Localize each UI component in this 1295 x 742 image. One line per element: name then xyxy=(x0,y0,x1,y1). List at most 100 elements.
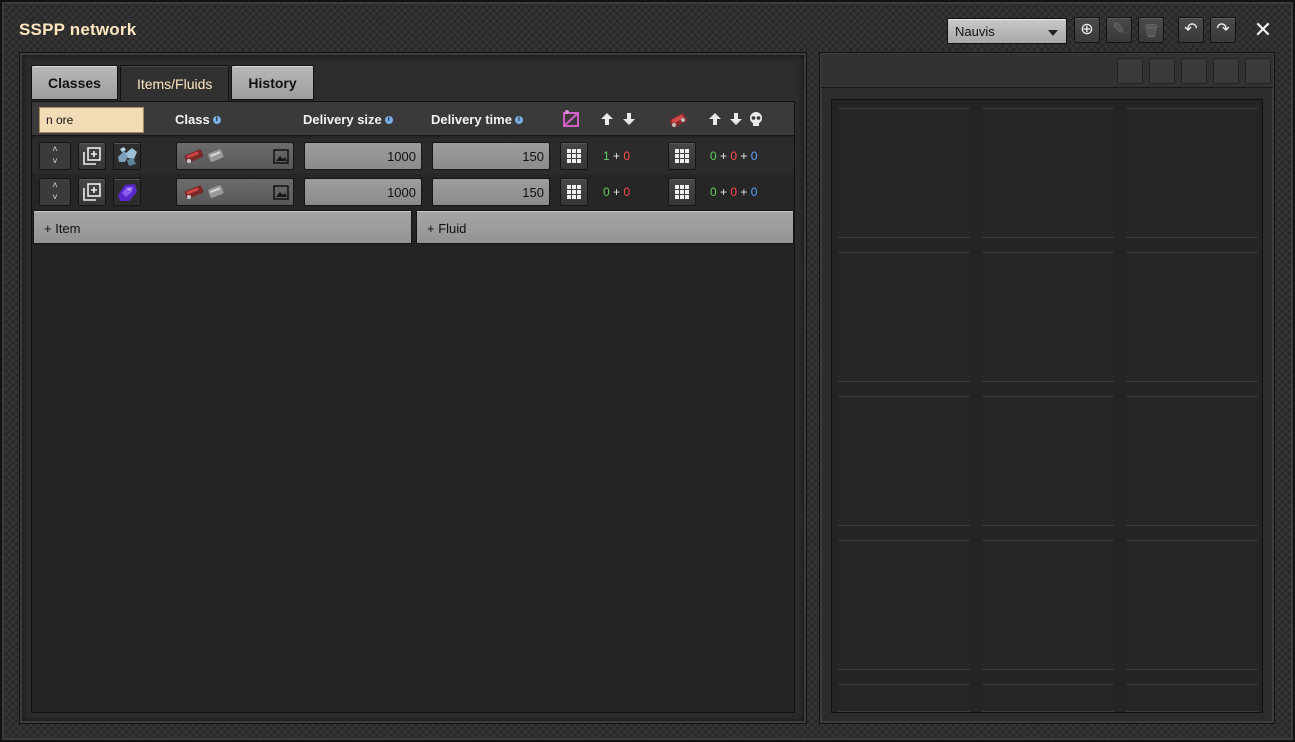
items-table: Class i Delivery size i Delivery time i xyxy=(31,101,795,713)
close-icon: ✕ xyxy=(1253,17,1273,42)
delivery-size-input[interactable]: 1000 xyxy=(304,142,422,170)
station-grid xyxy=(831,99,1263,713)
surface-dropdown[interactable]: Nauvis xyxy=(947,18,1067,44)
export-button[interactable]: ↷ xyxy=(1210,17,1236,43)
grid-cell xyxy=(1126,396,1258,526)
tab-bar: Classes Items/Fluids History xyxy=(31,65,316,102)
grid-icon xyxy=(567,149,581,163)
item-button[interactable] xyxy=(113,142,141,170)
edit-icon: ✎ xyxy=(1112,21,1126,38)
skull-icon xyxy=(750,112,762,126)
add-surface-button[interactable]: ⊕ xyxy=(1074,17,1100,43)
import-button[interactable]: ↶ xyxy=(1178,17,1204,43)
provider-grid-button[interactable] xyxy=(560,142,588,170)
locomotive-icon xyxy=(184,149,204,163)
table-header: Class i Delivery size i Delivery time i xyxy=(32,102,794,136)
copy-add-icon xyxy=(83,183,101,201)
requester-station-icon xyxy=(669,113,687,128)
arrow-up-icon xyxy=(709,113,721,125)
copy-add-icon xyxy=(83,147,101,165)
grid-icon xyxy=(675,185,689,199)
provider-station-icon xyxy=(563,110,579,127)
grid-cell xyxy=(982,540,1114,670)
requester-counts: 0 + 0 + 0 xyxy=(710,149,758,163)
uranium-ore-icon xyxy=(118,184,137,201)
grid-cell xyxy=(838,108,970,238)
export-icon: ↷ xyxy=(1216,21,1230,38)
info-icon: i xyxy=(514,115,523,124)
delivery-time-input[interactable]: 150 xyxy=(432,178,550,206)
grid-cell xyxy=(1126,540,1258,670)
add-item-button[interactable]: + Item xyxy=(33,210,412,244)
iron-ore-icon xyxy=(118,147,137,166)
chevron-up-icon[interactable]: ˄ xyxy=(40,143,70,155)
grid-icon xyxy=(567,185,581,199)
cargo-wagon-icon xyxy=(208,185,224,198)
class-selector[interactable] xyxy=(176,178,294,206)
grid-cell xyxy=(982,252,1114,382)
window-title: SSPP network xyxy=(19,20,137,39)
trash-icon: 🗑 xyxy=(1142,22,1160,38)
grid-cell xyxy=(1126,108,1258,238)
grid-cell xyxy=(982,108,1114,238)
info-icon: i xyxy=(384,115,393,124)
import-icon: ↶ xyxy=(1184,21,1198,38)
grid-cell xyxy=(838,684,970,712)
grid-cell xyxy=(982,396,1114,526)
chevron-down-icon xyxy=(1048,30,1058,36)
preview-toolbar xyxy=(821,54,1273,88)
cargo-wagon-icon xyxy=(208,149,224,162)
edit-button[interactable]: ✎ xyxy=(1106,17,1132,43)
toolbar-button[interactable] xyxy=(1245,58,1271,84)
duplicate-button[interactable] xyxy=(78,178,106,206)
toolbar-button[interactable] xyxy=(1213,58,1239,84)
requester-grid-button[interactable] xyxy=(668,142,696,170)
provider-grid-button[interactable] xyxy=(560,178,588,206)
grid-cell xyxy=(1126,252,1258,382)
chevron-up-icon[interactable]: ˄ xyxy=(40,179,70,191)
add-surface-icon: ⊕ xyxy=(1080,21,1094,38)
delivery-size-input[interactable]: 1000 xyxy=(304,178,422,206)
delivery-time-input[interactable]: 150 xyxy=(432,142,550,170)
provider-counts: 0 + 0 xyxy=(603,185,631,199)
info-icon: i xyxy=(212,115,221,124)
grid-cell xyxy=(1126,684,1258,712)
surface-dropdown-value: Nauvis xyxy=(955,24,995,39)
tab-history[interactable]: History xyxy=(231,65,314,100)
grid-cell xyxy=(838,252,970,382)
toolbar-button[interactable] xyxy=(1181,58,1207,84)
arrow-down-icon xyxy=(623,113,635,125)
grid-cell xyxy=(838,540,970,670)
tab-classes[interactable]: Classes xyxy=(31,65,118,100)
tab-items-fluids[interactable]: Items/Fluids xyxy=(119,65,230,102)
toolbar-button[interactable] xyxy=(1149,58,1175,84)
toolbar-button[interactable] xyxy=(1117,58,1143,84)
image-icon xyxy=(273,185,289,200)
grid-cell xyxy=(838,396,970,526)
grid-icon xyxy=(675,149,689,163)
arrow-down-icon xyxy=(730,113,742,125)
chevron-down-icon[interactable]: ˅ xyxy=(40,191,70,203)
column-delivery-time: Delivery time i xyxy=(431,112,523,127)
table-row: ˄ ˅ xyxy=(32,138,794,174)
class-selector[interactable] xyxy=(176,142,294,170)
locomotive-icon xyxy=(184,185,204,199)
duplicate-button[interactable] xyxy=(78,142,106,170)
filter-input[interactable] xyxy=(39,107,144,133)
chevron-down-icon[interactable]: ˅ xyxy=(40,155,70,167)
delete-button[interactable]: 🗑 xyxy=(1138,17,1164,43)
column-class: Class i xyxy=(175,112,221,127)
reorder-stepper[interactable]: ˄ ˅ xyxy=(39,142,71,170)
arrow-up-icon xyxy=(601,113,613,125)
item-button[interactable] xyxy=(113,178,141,206)
image-icon xyxy=(273,149,289,164)
column-delivery-size: Delivery size i xyxy=(303,112,393,127)
reorder-stepper[interactable]: ˄ ˅ xyxy=(39,178,71,206)
table-row: ˄ ˅ xyxy=(32,174,794,210)
requester-grid-button[interactable] xyxy=(668,178,696,206)
requester-counts: 0 + 0 + 0 xyxy=(710,185,758,199)
provider-counts: 1 + 0 xyxy=(603,149,631,163)
close-button[interactable]: ✕ xyxy=(1251,17,1275,42)
add-fluid-button[interactable]: + Fluid xyxy=(416,210,794,244)
grid-cell xyxy=(982,684,1114,712)
